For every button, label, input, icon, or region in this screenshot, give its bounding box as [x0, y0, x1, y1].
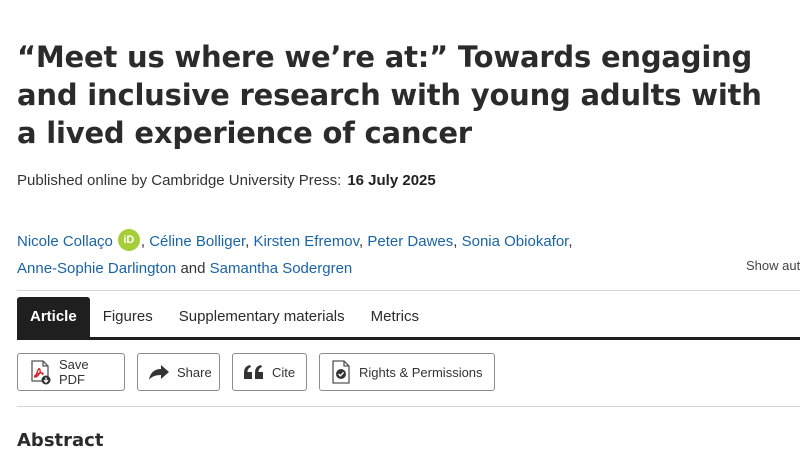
author-link[interactable]: Anne-Sophie Darlington	[17, 260, 176, 277]
author-link[interactable]: Céline Bolliger	[149, 233, 245, 250]
article-tabs: Article Figures Supplementary materials …	[17, 297, 432, 337]
cite-button[interactable]: Cite	[232, 353, 307, 391]
author-link[interactable]: Kirsten Efremov	[253, 233, 359, 250]
share-label: Share	[177, 364, 212, 380]
and-text: and	[180, 260, 206, 277]
author-link[interactable]: Sonia Obiokafor	[462, 233, 569, 250]
quote-icon	[243, 364, 265, 380]
author-link[interactable]: Peter Dawes	[367, 233, 453, 250]
share-icon	[148, 363, 170, 381]
rights-permissions-button[interactable]: Rights & Permissions	[319, 353, 495, 391]
tab-metrics[interactable]: Metrics	[358, 297, 432, 337]
tab-underline	[17, 337, 800, 340]
permissions-icon	[330, 359, 352, 385]
tab-article[interactable]: Article	[17, 297, 90, 337]
cite-label: Cite	[272, 364, 296, 380]
author-link[interactable]: Nicole Collaço	[17, 233, 113, 250]
show-all-authors-link[interactable]: Show aut	[746, 258, 800, 273]
divider	[17, 406, 800, 407]
author-list: Nicole Collaço iD, Céline Bolliger, Kirst…	[17, 228, 737, 282]
article-title: “Meet us where we’re at:” Towards engagi…	[17, 40, 762, 150]
pdf-icon	[28, 359, 52, 385]
orcid-icon[interactable]: iD	[117, 229, 140, 252]
author-link[interactable]: Samantha Sodergren	[210, 260, 353, 277]
save-pdf-label: Save PDF	[59, 357, 89, 387]
published-date: 16 July 2025	[347, 172, 436, 189]
save-pdf-button[interactable]: Save PDF	[17, 353, 125, 391]
share-button[interactable]: Share	[137, 353, 220, 391]
abstract-heading: Abstract	[17, 430, 104, 451]
tab-supplementary-materials[interactable]: Supplementary materials	[166, 297, 358, 337]
tab-figures[interactable]: Figures	[90, 297, 166, 337]
divider	[17, 290, 800, 291]
published-label: Published online by Cambridge University…	[17, 172, 342, 189]
rights-permissions-label: Rights & Permissions	[359, 364, 483, 380]
published-info: Published online by Cambridge University…	[17, 172, 436, 189]
